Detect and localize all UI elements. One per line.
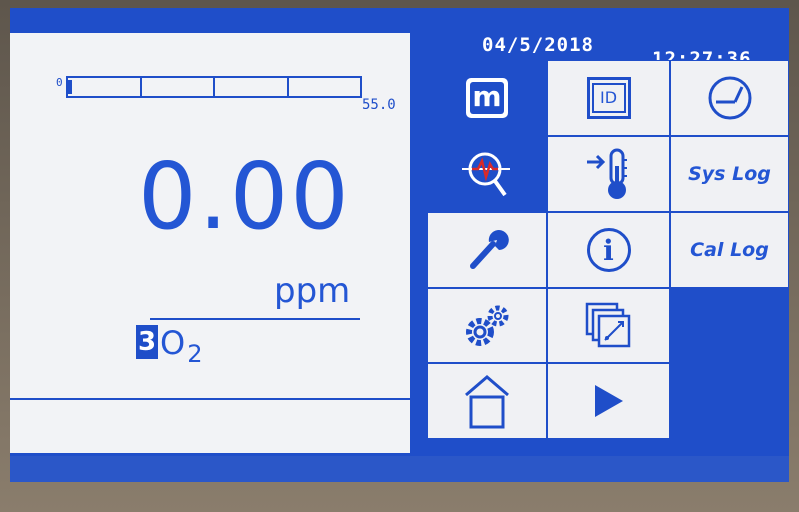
panel-divider: [10, 398, 410, 400]
menu-tile-diagnostics[interactable]: [427, 136, 547, 212]
gears-icon: [466, 305, 509, 346]
cal-log-button[interactable]: Cal Log: [670, 212, 789, 288]
m-icon: m: [466, 78, 508, 118]
home-icon: [465, 375, 509, 429]
menu-tile-id[interactable]: ID: [547, 60, 670, 136]
menu-tile-m[interactable]: m: [427, 60, 547, 136]
menu-tile-home[interactable]: [427, 363, 547, 439]
screen: 04/5/2018 12:27:36 0 55.0 0.00 ppm 3 O2 …: [10, 8, 789, 482]
channel-number[interactable]: 3: [136, 325, 158, 359]
unit-underline: [150, 318, 360, 320]
diagnostics-magnifier-icon: [462, 152, 510, 197]
sys-log-button[interactable]: Sys Log: [670, 136, 789, 212]
bargraph: [66, 76, 362, 98]
gas-subscript: 2: [187, 340, 203, 368]
bargraph-max-label: 55.0: [362, 97, 396, 113]
date-display: 04/5/2018: [482, 34, 594, 56]
status-band: [10, 456, 789, 482]
usb-export-icon: [585, 302, 630, 347]
play-arrow-icon: [594, 385, 623, 417]
info-icon: i: [586, 228, 631, 272]
id-card-icon: ID: [586, 77, 631, 119]
sys-log-label: Sys Log: [688, 163, 771, 185]
menu-tile-info[interactable]: i: [547, 212, 670, 288]
reading-value: 0.00: [138, 143, 351, 250]
menu-tile-tools[interactable]: [427, 212, 547, 288]
gauge-icon: [708, 76, 751, 120]
thermometer-icon: [586, 148, 627, 199]
menu-tile-next[interactable]: [547, 363, 670, 439]
gas-label: O2: [160, 325, 202, 372]
reading-unit: ppm: [274, 271, 351, 311]
bargraph-min-label: 0: [56, 76, 63, 89]
menu-tile-usb[interactable]: [547, 288, 670, 363]
wrench-icon: [470, 230, 509, 269]
measurement-panel: 0 55.0 0.00 ppm 3 O2: [10, 33, 410, 453]
menu-tile-gauge[interactable]: [670, 60, 789, 136]
bargraph-fill: [66, 80, 72, 94]
menu-tile-settings[interactable]: [427, 288, 547, 363]
cal-log-label: Cal Log: [690, 239, 769, 261]
menu-tile-temperature[interactable]: [547, 136, 670, 212]
gas-main: O: [160, 324, 186, 362]
